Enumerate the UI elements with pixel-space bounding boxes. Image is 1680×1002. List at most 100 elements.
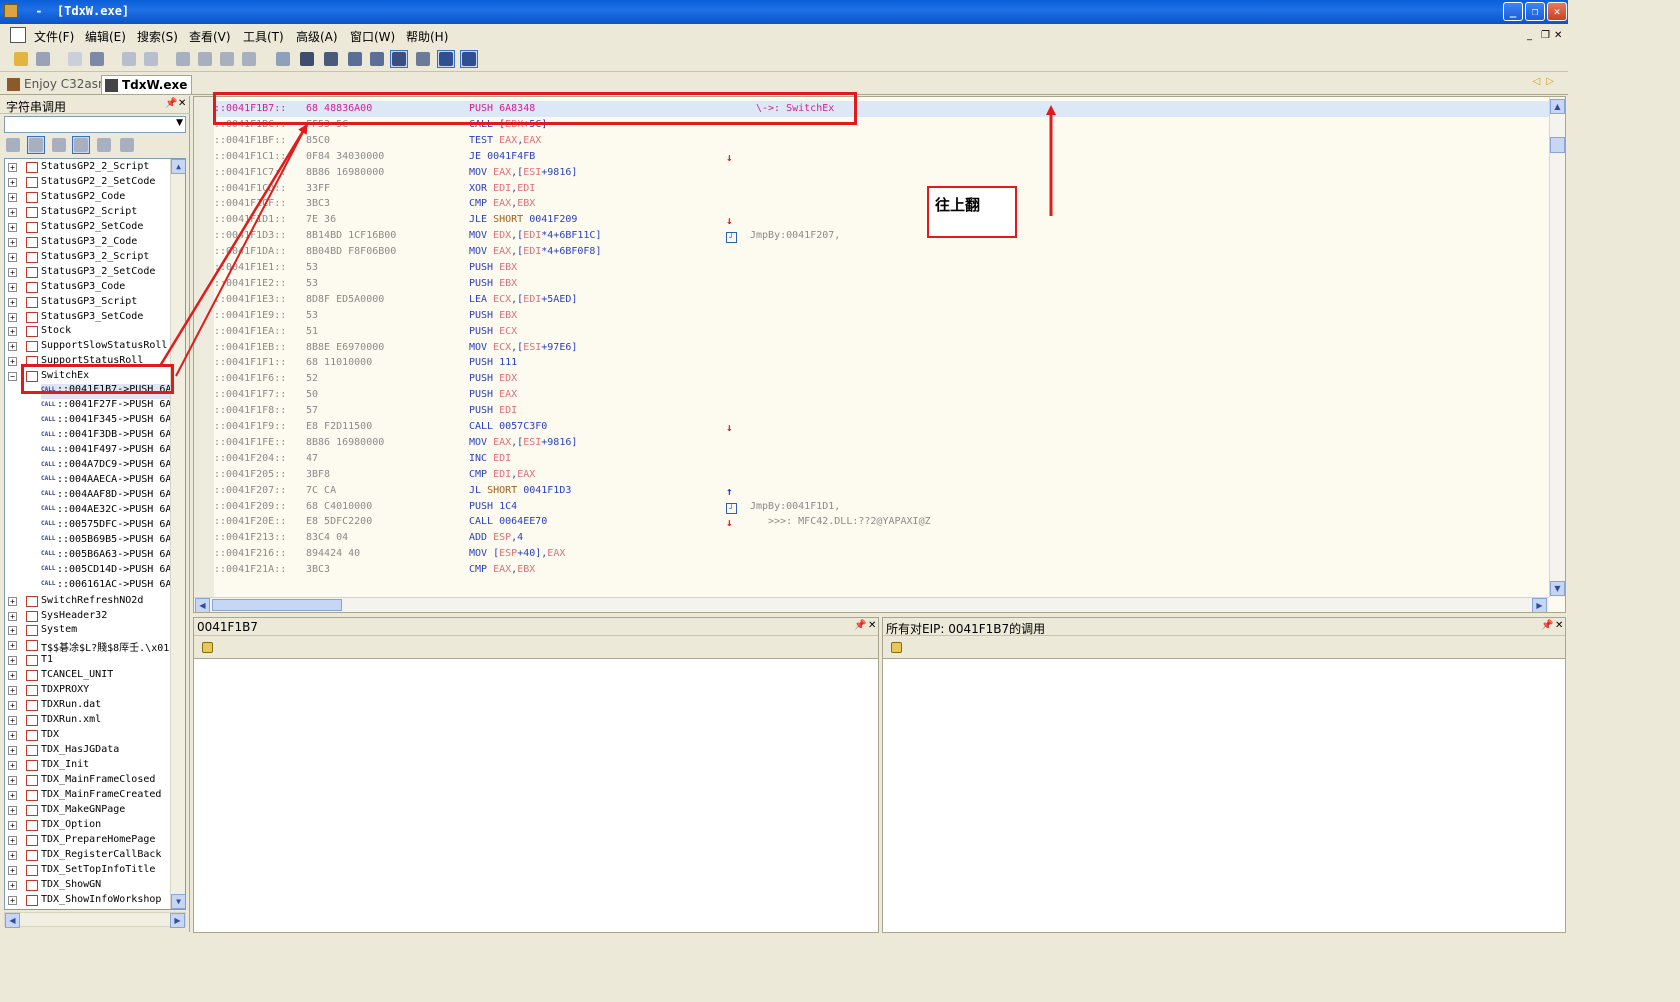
disasm-row[interactable]: ::0041F1F6:: 52 PUSH EDX (214, 371, 1549, 387)
scroll-right-icon[interactable]: ▶ (1532, 598, 1547, 612)
tree-node[interactable]: + StatusGP2_SetCode (5, 220, 175, 235)
tree-node[interactable]: + StatusGP2_2_SetCode (5, 175, 175, 190)
expand-icon[interactable]: + (8, 865, 17, 875)
return-icon[interactable] (240, 50, 258, 68)
expand-icon[interactable]: + (8, 596, 17, 606)
tree-node[interactable]: + StatusGP3_2_Script (5, 250, 175, 265)
tab-enjoy-c32asm[interactable]: Enjoy C32asm (4, 75, 114, 94)
tree-node[interactable]: + TDXPROXY (5, 683, 175, 698)
disasm-row[interactable]: ::0041F1F7:: 50 PUSH EAX (214, 387, 1549, 403)
tree-node[interactable]: + T1 (5, 653, 175, 668)
expand-icon[interactable]: + (8, 850, 17, 860)
expand-icon[interactable]: + (8, 611, 17, 621)
disasm-row[interactable]: ::0041F1CD:: 33FF XOR EDI,EDI (214, 181, 1549, 197)
expand-icon[interactable]: + (8, 312, 17, 322)
filter-icon[interactable] (95, 136, 113, 154)
tree-node[interactable]: + StatusGP2_Script (5, 205, 175, 220)
lock-icon[interactable] (202, 642, 213, 653)
find-string-icon[interactable] (4, 136, 22, 154)
disasm-row[interactable]: ::0041F1E3:: 8D8F ED5A0000 LEA ECX,[EDI+5A… (214, 292, 1549, 308)
chevron-down-icon[interactable]: ▼ (176, 118, 183, 128)
document-icon[interactable] (10, 27, 26, 43)
disasm-row[interactable]: ::0041F1C7:: 8B86 16980000 MOV EAX,[ESI+98… (214, 165, 1549, 181)
mdi-minimize-button[interactable]: _ (1527, 30, 1532, 41)
tree-node[interactable]: + StatusGP3_Code (5, 280, 175, 295)
disasm-row[interactable]: ::0041F209:: 68 C4010000 PUSH 1C4 ┘ JmpBy:00… (214, 499, 1549, 515)
menu-edit[interactable]: 编辑(E) (85, 28, 126, 45)
expand-icon[interactable]: + (8, 357, 17, 367)
tree-child-reference[interactable]: CALL::004AAF8D->PUSH 6A8 (41, 489, 177, 504)
menu-advanced[interactable]: 高级(A) (296, 28, 338, 45)
scroll-thumb[interactable] (1550, 137, 1565, 153)
save-icon[interactable] (34, 50, 52, 68)
disasm-row[interactable]: ::0041F1E1:: 53 PUSH EBX (214, 260, 1549, 276)
tree-node[interactable]: + StatusGP3_2_Code (5, 235, 175, 250)
tree-child-reference[interactable]: CALL::006161AC->PUSH 6A8 (41, 579, 177, 594)
tree-view-icon[interactable] (26, 136, 45, 154)
tree-child-reference[interactable]: CALL::00575DFC->PUSH 6A8 (41, 519, 177, 534)
tree-child-reference[interactable]: CALL::005B69B5->PUSH 6A8 (41, 534, 177, 549)
find-icon[interactable] (88, 50, 106, 68)
tree-child-reference[interactable]: CALL::004A7DC9->PUSH 6A8 (41, 459, 177, 474)
disasm-row[interactable]: ::0041F1E9:: 53 PUSH EBX (214, 308, 1549, 324)
expand-icon[interactable]: + (8, 775, 17, 785)
expand-icon[interactable]: + (8, 761, 17, 770)
tree-node[interactable]: + TDX (5, 728, 175, 743)
tree-child-reference[interactable]: CALL::004AE32C->PUSH 6A8 (41, 504, 177, 519)
expand-icon[interactable]: + (8, 790, 17, 800)
expand-icon[interactable]: + (8, 342, 17, 352)
tree-child-reference[interactable]: CALL::0041F497->PUSH 6A8 (41, 444, 177, 459)
expand-icon[interactable]: + (8, 626, 17, 636)
disasm-row[interactable]: ::0041F1F9:: E8 F2D11500 CALL 0057C3F0 ↓ (214, 419, 1549, 435)
close-icon[interactable]: ✕ (1555, 620, 1563, 631)
menu-file[interactable]: 文件(F) (34, 28, 74, 45)
disasm-row[interactable]: ::0041F205:: 3BF8 CMP EDI,EAX (214, 467, 1549, 483)
disasm-row[interactable]: ::0041F1F1:: 68 11010000 PUSH 111 (214, 355, 1549, 371)
disasm-hscrollbar[interactable]: ◀ ▶ (194, 597, 1549, 612)
tree-node[interactable]: + TDX_HasJGData (5, 743, 175, 758)
tree-node[interactable]: + System (5, 623, 175, 638)
hex-view-icon[interactable] (390, 50, 408, 68)
expand-icon[interactable]: + (8, 805, 17, 815)
pin-icon[interactable]: 📌 (165, 98, 177, 109)
tree-node[interactable]: + TDX_Option (5, 818, 175, 833)
expand-icon[interactable]: + (8, 222, 17, 232)
tree-child-reference[interactable]: CALL::004AAECA->PUSH 6A8 (41, 474, 177, 489)
pin-icon[interactable]: 📌 (1541, 620, 1553, 631)
tab-nav-arrows[interactable]: ◁▷ (1533, 76, 1560, 87)
tree-node[interactable]: + SupportSlowStatusRoll (5, 339, 175, 354)
menu-help[interactable]: 帮助(H) (406, 28, 448, 45)
step-over-icon[interactable] (196, 50, 214, 68)
disasm-row[interactable]: ::0041F1EB:: 8B8E E6970000 MOV ECX,[ESI+97… (214, 340, 1549, 356)
copy-icon[interactable] (66, 50, 84, 68)
close-icon[interactable]: ✕ (868, 620, 876, 631)
back-icon[interactable] (120, 50, 138, 68)
disasm-row[interactable]: ::0041F1D3:: 8B14BD 1CF16B00 MOV EDX,[EDI*… (214, 228, 1549, 244)
expand-icon[interactable]: + (8, 716, 17, 726)
disasm-row[interactable]: ::0041F216:: 894424 40 MOV [ESP+40],EAX (214, 546, 1549, 562)
disasm-row[interactable]: ::0041F1C1:: 0F84 34030000 JE 0041F4FB ↓ (214, 149, 1549, 165)
panel-body[interactable] (883, 658, 1565, 932)
tree-node[interactable]: + TCANCEL_UNIT (5, 668, 175, 683)
disasm-row[interactable]: ::0041F204:: 47 INC EDI (214, 451, 1549, 467)
tree-node[interactable]: + T$$碁凃$L?賤$8厗壬.\x01 (5, 638, 175, 653)
menu-search[interactable]: 搜索(S) (137, 28, 178, 45)
expand-icon[interactable]: + (8, 895, 17, 905)
disasm-row[interactable]: ::0041F1E2:: 53 PUSH EBX (214, 276, 1549, 292)
tree-child-reference[interactable]: CALL::0041F3DB->PUSH 6A8 (41, 429, 177, 444)
disasm-vscrollbar[interactable]: ▲ ▼ (1549, 97, 1565, 597)
scroll-up-icon[interactable]: ▲ (1550, 99, 1565, 114)
tree-node[interactable]: + TDX_ShowGN (5, 878, 175, 893)
tree-node[interactable]: + SysHeader32 (5, 609, 175, 624)
disasm-row[interactable]: ::0041F207:: 7C CA JL SHORT 0041F1D3 ↑ (214, 483, 1549, 499)
tree-node[interactable]: + Stock (5, 324, 175, 339)
collapse-icon[interactable]: − (8, 372, 17, 382)
scroll-up-icon[interactable]: ▲ (171, 159, 185, 174)
expand-icon[interactable]: + (8, 656, 17, 666)
tree-node[interactable]: + TDX_Init (5, 758, 175, 773)
expand-icon[interactable]: + (8, 327, 17, 337)
expand-icon[interactable]: + (8, 207, 17, 217)
menu-window[interactable]: 窗口(W) (350, 28, 395, 45)
expand-icon[interactable]: + (8, 701, 17, 711)
expand-icon[interactable]: + (8, 163, 17, 172)
